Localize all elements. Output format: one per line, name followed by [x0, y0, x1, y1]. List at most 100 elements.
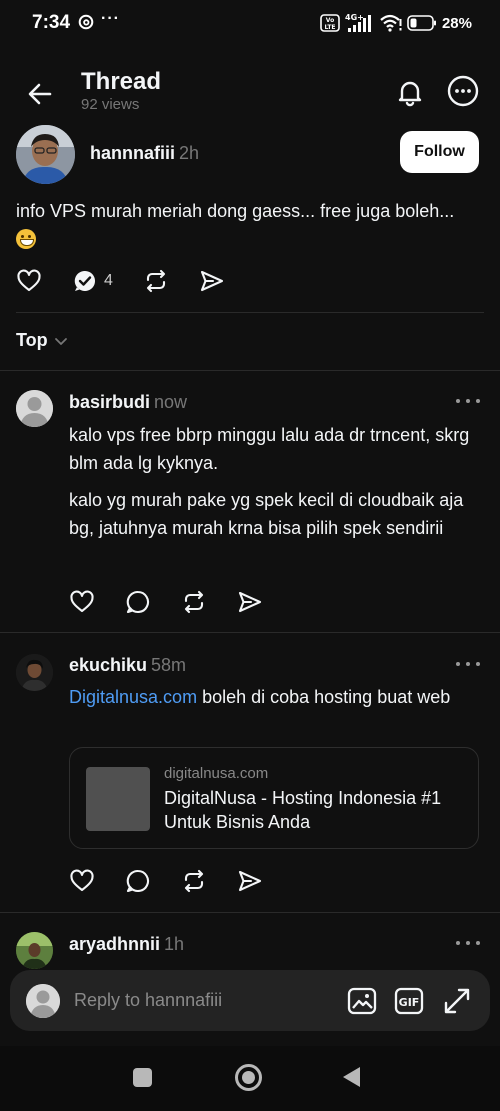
reply-time: 58m: [151, 655, 187, 675]
repost-button[interactable]: [181, 589, 207, 615]
image-button[interactable]: [346, 985, 378, 1017]
post-username[interactable]: hannnafiii: [90, 143, 175, 163]
link-preview-card[interactable]: digitalnusa.com DigitalNusa - Hosting In…: [69, 747, 479, 849]
reply-text-body: boleh di coba hosting buat web: [197, 687, 451, 707]
divider: [0, 370, 500, 371]
page-title: Thread: [81, 68, 162, 95]
svg-text:GIF: GIF: [399, 996, 420, 1009]
reply-button[interactable]: [72, 268, 98, 294]
post-body: info VPS murah meriah dong gaess... free…: [16, 197, 456, 255]
follow-button[interactable]: Follow: [400, 131, 479, 173]
comment-icon: [126, 590, 150, 614]
reply-more-button[interactable]: [456, 657, 480, 671]
image-icon: [347, 987, 377, 1015]
repost-button[interactable]: [181, 868, 207, 894]
author-avatar[interactable]: [16, 125, 75, 184]
send-icon: [200, 270, 223, 292]
reply-button[interactable]: [125, 589, 151, 615]
reply-author[interactable]: ekuchiku 58m: [69, 655, 186, 676]
post-actions: 4: [16, 268, 225, 294]
divider: [0, 912, 500, 913]
reply-text: kalo yg murah pake yg spek kecil di clou…: [69, 490, 464, 538]
system-back-button[interactable]: [343, 1067, 360, 1087]
divider: [16, 312, 484, 313]
battery-percent: 28%: [441, 14, 472, 32]
chevron-down-icon: [54, 337, 67, 345]
reply-more-button[interactable]: [456, 394, 480, 408]
status-bar: 7:34 ··· Vo LTE 4G+ 28%: [0, 0, 500, 50]
back-button[interactable]: [22, 76, 58, 112]
repost-icon: [146, 269, 165, 293]
reply-button[interactable]: [125, 868, 151, 894]
reply-username[interactable]: ekuchiku: [69, 655, 147, 675]
arrow-left-icon: [28, 83, 52, 105]
reply-time: now: [154, 392, 188, 412]
like-button[interactable]: [16, 268, 42, 294]
view-count: 92 views: [81, 96, 140, 113]
notification-bell-button[interactable]: [394, 76, 426, 108]
reply-username[interactable]: aryadhnnii: [69, 934, 160, 954]
volte-icon: Vo LTE: [320, 14, 340, 32]
reply-author[interactable]: basirbudi now: [69, 392, 187, 413]
status-indicators: Vo LTE 4G+ 28%: [320, 13, 472, 33]
system-nav-bar: [0, 1046, 500, 1111]
status-more-icon: ···: [101, 10, 120, 27]
reply-input[interactable]: Reply to hannnafiii: [74, 990, 222, 1011]
divider: [0, 632, 500, 633]
signal-icon: 4G+: [345, 13, 375, 33]
reply-composer[interactable]: Reply to hannnafiii GIF: [10, 970, 490, 1031]
svg-text:LTE: LTE: [324, 24, 335, 31]
grinning-emoji-icon: [16, 229, 36, 249]
sort-dropdown[interactable]: Top: [16, 330, 68, 351]
share-button[interactable]: [199, 268, 225, 294]
reply-count: 4: [104, 272, 113, 289]
reply-avatar[interactable]: [16, 390, 53, 427]
post-author[interactable]: hannnafiii 2h: [90, 143, 199, 164]
more-circle-icon: [447, 75, 479, 107]
share-button[interactable]: [237, 868, 263, 894]
recents-button[interactable]: [133, 1068, 152, 1087]
post-time: 2h: [179, 143, 200, 163]
like-button[interactable]: [69, 589, 95, 615]
reply-link[interactable]: Digitalnusa.com: [69, 687, 197, 707]
repost-icon: [184, 869, 204, 893]
heart-icon: [70, 869, 94, 892]
repost-button[interactable]: [143, 268, 169, 294]
gif-icon: GIF: [394, 987, 424, 1015]
post-text: info VPS murah meriah dong gaess... free…: [16, 201, 455, 221]
reply-avatar[interactable]: [16, 932, 53, 969]
link-domain: digitalnusa.com: [164, 765, 269, 782]
reply-actions: [69, 868, 263, 894]
reply-text: kalo vps free bbrp minggu lalu ada dr tr…: [69, 425, 470, 473]
like-button[interactable]: [69, 868, 95, 894]
heart-icon: [17, 269, 41, 292]
link-title: DigitalNusa - Hosting Indonesia #1 Untuk…: [164, 788, 442, 832]
gif-button[interactable]: GIF: [393, 985, 425, 1017]
sort-label: Top: [16, 330, 48, 350]
svg-text:4G+: 4G+: [345, 13, 364, 22]
composer-avatar: [26, 984, 60, 1018]
battery-icon: [407, 15, 437, 31]
more-options-button[interactable]: [446, 74, 480, 108]
threads-notification-icon: [78, 14, 94, 30]
thread-header: Thread 92 views: [0, 60, 500, 124]
send-icon: [238, 591, 262, 613]
reply-username[interactable]: basirbudi: [69, 392, 150, 412]
reply-author[interactable]: aryadhnnii 1h: [69, 934, 184, 955]
reply-actions: [69, 589, 263, 615]
repost-icon: [184, 590, 204, 614]
link-thumbnail: [86, 767, 150, 831]
heart-icon: [70, 590, 94, 613]
reply-text: Digitalnusa.com boleh di coba hosting bu…: [69, 683, 479, 711]
share-button[interactable]: [237, 589, 263, 615]
status-time: 7:34: [32, 12, 71, 33]
home-button[interactable]: [235, 1064, 262, 1091]
reply-more-button[interactable]: [456, 936, 480, 950]
send-icon: [238, 870, 262, 892]
comment-icon: [126, 869, 150, 893]
expand-button[interactable]: [441, 985, 473, 1017]
comment-icon: [74, 270, 95, 291]
wifi-icon: [380, 14, 402, 32]
expand-icon: [444, 988, 470, 1014]
reply-avatar[interactable]: [16, 654, 53, 691]
